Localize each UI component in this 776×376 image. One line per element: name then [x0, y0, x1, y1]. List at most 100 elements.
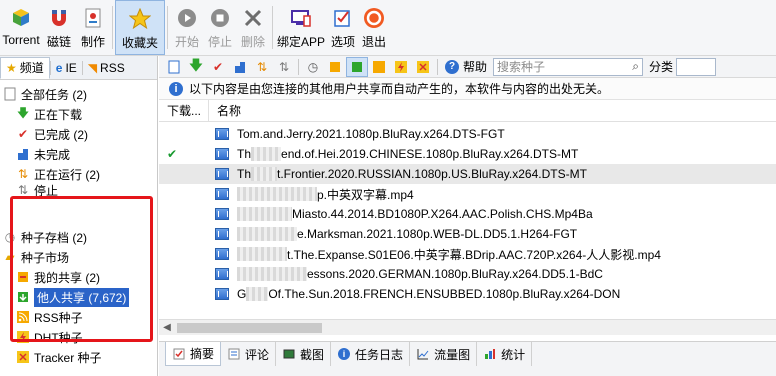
archive-icon[interactable]: ◷: [302, 57, 324, 77]
rss-icon[interactable]: [368, 57, 390, 77]
scrollbar-thumb[interactable]: [177, 322, 322, 333]
make-torrent-label: 制作: [80, 35, 105, 49]
favorites-button[interactable]: 收藏夹: [115, 0, 165, 55]
search-placeholder: 搜索种子: [497, 60, 546, 74]
toolbar-divider: [272, 6, 273, 49]
start-button[interactable]: 开始: [170, 0, 204, 55]
horizontal-scrollbar[interactable]: ◀: [159, 319, 776, 335]
bind-app-button[interactable]: 绑定APP: [275, 0, 327, 55]
my-share-icon[interactable]: [324, 57, 346, 77]
category-filter: 分类: [649, 57, 717, 76]
tree-item-incomplete[interactable]: 未完成: [16, 144, 70, 164]
row-name: t.The.Expanse.S01E06.中英字幕.BDrip.AAC.720P…: [287, 247, 661, 262]
tab-stats[interactable]: 统计: [477, 342, 533, 366]
app-window: Torrent 磁链 制作 收藏夹 开始 停止 删除 绑定APP 选项 退出 ★…: [0, 0, 776, 376]
download-icon: 🡇: [16, 105, 30, 120]
table-row[interactable]: t.The.Expanse.S01E06.中英字幕.BDrip.AAC.720P…: [159, 244, 776, 264]
torrent-button[interactable]: Torrent: [0, 0, 42, 55]
toolbar-divider: [167, 6, 168, 49]
dht-icon[interactable]: [390, 57, 412, 77]
table-row[interactable]: ✔ Th end.of.Hei.2019.CHINESE.1080p.BluRay…: [159, 144, 776, 164]
tree-item-tracker[interactable]: Tracker 种子: [16, 347, 102, 367]
table-row[interactable]: Miasto.44.2014.BD1080P.X264.AAC.Polish.C…: [159, 204, 776, 224]
star-icon: [128, 7, 152, 31]
tree-item-all-tasks[interactable]: 全部任务 (2): [3, 84, 87, 104]
check-icon: ✔: [17, 127, 29, 141]
tab-rss-label: RSS: [100, 60, 125, 75]
table-row[interactable]: essons.2020.GERMAN.1080p.BluRay.x264.DD5…: [159, 264, 776, 284]
make-torrent-button[interactable]: 制作: [76, 0, 110, 55]
incomplete-icon: [16, 147, 30, 161]
video-file-icon: [215, 208, 229, 220]
toolbar-divider: [112, 6, 113, 49]
table-row[interactable]: e.Marksman.2021.1080p.WEB-DL.DD5.1.H264-…: [159, 224, 776, 244]
stopped-icon[interactable]: ⇅: [273, 57, 295, 77]
row-name: t.Frontier.2020.RUSSIAN.1080p.US.BluRay.…: [277, 167, 587, 181]
table-row[interactable]: p.中英双字幕.mp4: [159, 184, 776, 204]
table-row[interactable]: Tom.and.Jerry.2021.1080p.BluRay.x264.DTS…: [159, 124, 776, 144]
magnet-button[interactable]: 磁链: [42, 0, 76, 55]
help-icon[interactable]: ?: [441, 57, 463, 77]
scroll-left-icon[interactable]: ◀: [159, 322, 175, 333]
tab-traffic-chart[interactable]: 流量图: [410, 342, 478, 366]
download-icon[interactable]: 🡇: [185, 57, 207, 77]
tracker-icon[interactable]: [412, 57, 434, 77]
tree-item-label: 停止: [34, 183, 59, 198]
tree-item-label: 全部任务 (2): [21, 87, 88, 102]
running-icon[interactable]: ⇅: [251, 57, 273, 77]
row-name: e.Marksman.2021.1080p.WEB-DL.DD5.1.H264-…: [297, 227, 578, 241]
tree-item-downloading[interactable]: 🡇 正在下载: [16, 104, 82, 124]
tab-rss[interactable]: ◥ RSS: [83, 57, 130, 79]
stats-icon: [483, 347, 497, 361]
incomplete-icon[interactable]: [229, 57, 251, 77]
tab-task-log[interactable]: i 任务日志: [331, 342, 411, 366]
tab-ie[interactable]: e IE: [51, 57, 82, 79]
new-icon[interactable]: [163, 57, 185, 77]
tree-item-stopped[interactable]: ⇅ 停止: [16, 183, 58, 197]
main-toolbar: Torrent 磁链 制作 收藏夹 开始 停止 删除 绑定APP 选项 退出: [0, 0, 776, 56]
column-header-download[interactable]: 下载...: [159, 100, 209, 121]
exit-label: 退出: [361, 35, 386, 49]
tree-item-running[interactable]: ⇅ 正在运行 (2): [16, 164, 100, 184]
bind-app-label: 绑定APP: [276, 35, 325, 49]
video-file-icon: [215, 168, 229, 180]
category-label: 分类: [649, 60, 674, 74]
video-file-icon: [215, 128, 229, 140]
redacted-text: [251, 167, 278, 181]
table-row[interactable]: G Of.The.Sun.2018.FRENCH.ENSUBBED.1080p.B…: [159, 284, 776, 304]
help-label[interactable]: 帮助: [463, 58, 487, 75]
table-row[interactable]: Th t.Frontier.2020.RUSSIAN.1080p.US.BluRa…: [159, 164, 776, 184]
tab-summary[interactable]: 摘要: [165, 342, 222, 366]
all-tasks-icon: [3, 87, 17, 101]
row-name: p.中英双字幕.mp4: [317, 187, 414, 202]
redacted-text: [237, 207, 292, 221]
delete-button[interactable]: 删除: [236, 0, 270, 55]
delete-icon: [241, 6, 265, 30]
log-icon: i: [337, 347, 351, 361]
tree-item-label: 已完成 (2): [34, 127, 89, 142]
search-icon[interactable]: ⌕: [632, 59, 639, 74]
tree-item-completed[interactable]: ✔ 已完成 (2): [16, 124, 88, 144]
video-file-icon: [215, 268, 229, 280]
stop-button[interactable]: 停止: [204, 0, 236, 55]
magnet-icon: [47, 6, 71, 30]
tab-screenshots[interactable]: 截图: [276, 342, 332, 366]
others-share-icon[interactable]: [346, 56, 368, 77]
tab-comments[interactable]: 评论: [221, 342, 277, 366]
exit-button[interactable]: 退出: [359, 0, 389, 55]
redacted-text: [237, 267, 307, 281]
check-icon[interactable]: ✔: [207, 57, 229, 77]
tree-item-label: 正在下载: [34, 107, 83, 122]
delete-label: 删除: [240, 35, 265, 49]
stop-icon: [208, 6, 232, 30]
column-header-name[interactable]: 名称: [209, 102, 241, 119]
redacted-text: [237, 187, 317, 201]
category-select[interactable]: [676, 57, 717, 76]
tree-item-label: Tracker 种子: [34, 350, 102, 365]
search-input[interactable]: 搜索种子 ⌕: [493, 57, 644, 76]
toolbar-divider: [298, 58, 299, 75]
tab-channel[interactable]: ★ 频道: [0, 56, 50, 79]
redacted-text: [251, 147, 282, 161]
options-button[interactable]: 选项: [327, 0, 359, 55]
table-header: 下载... 名称: [159, 100, 776, 122]
